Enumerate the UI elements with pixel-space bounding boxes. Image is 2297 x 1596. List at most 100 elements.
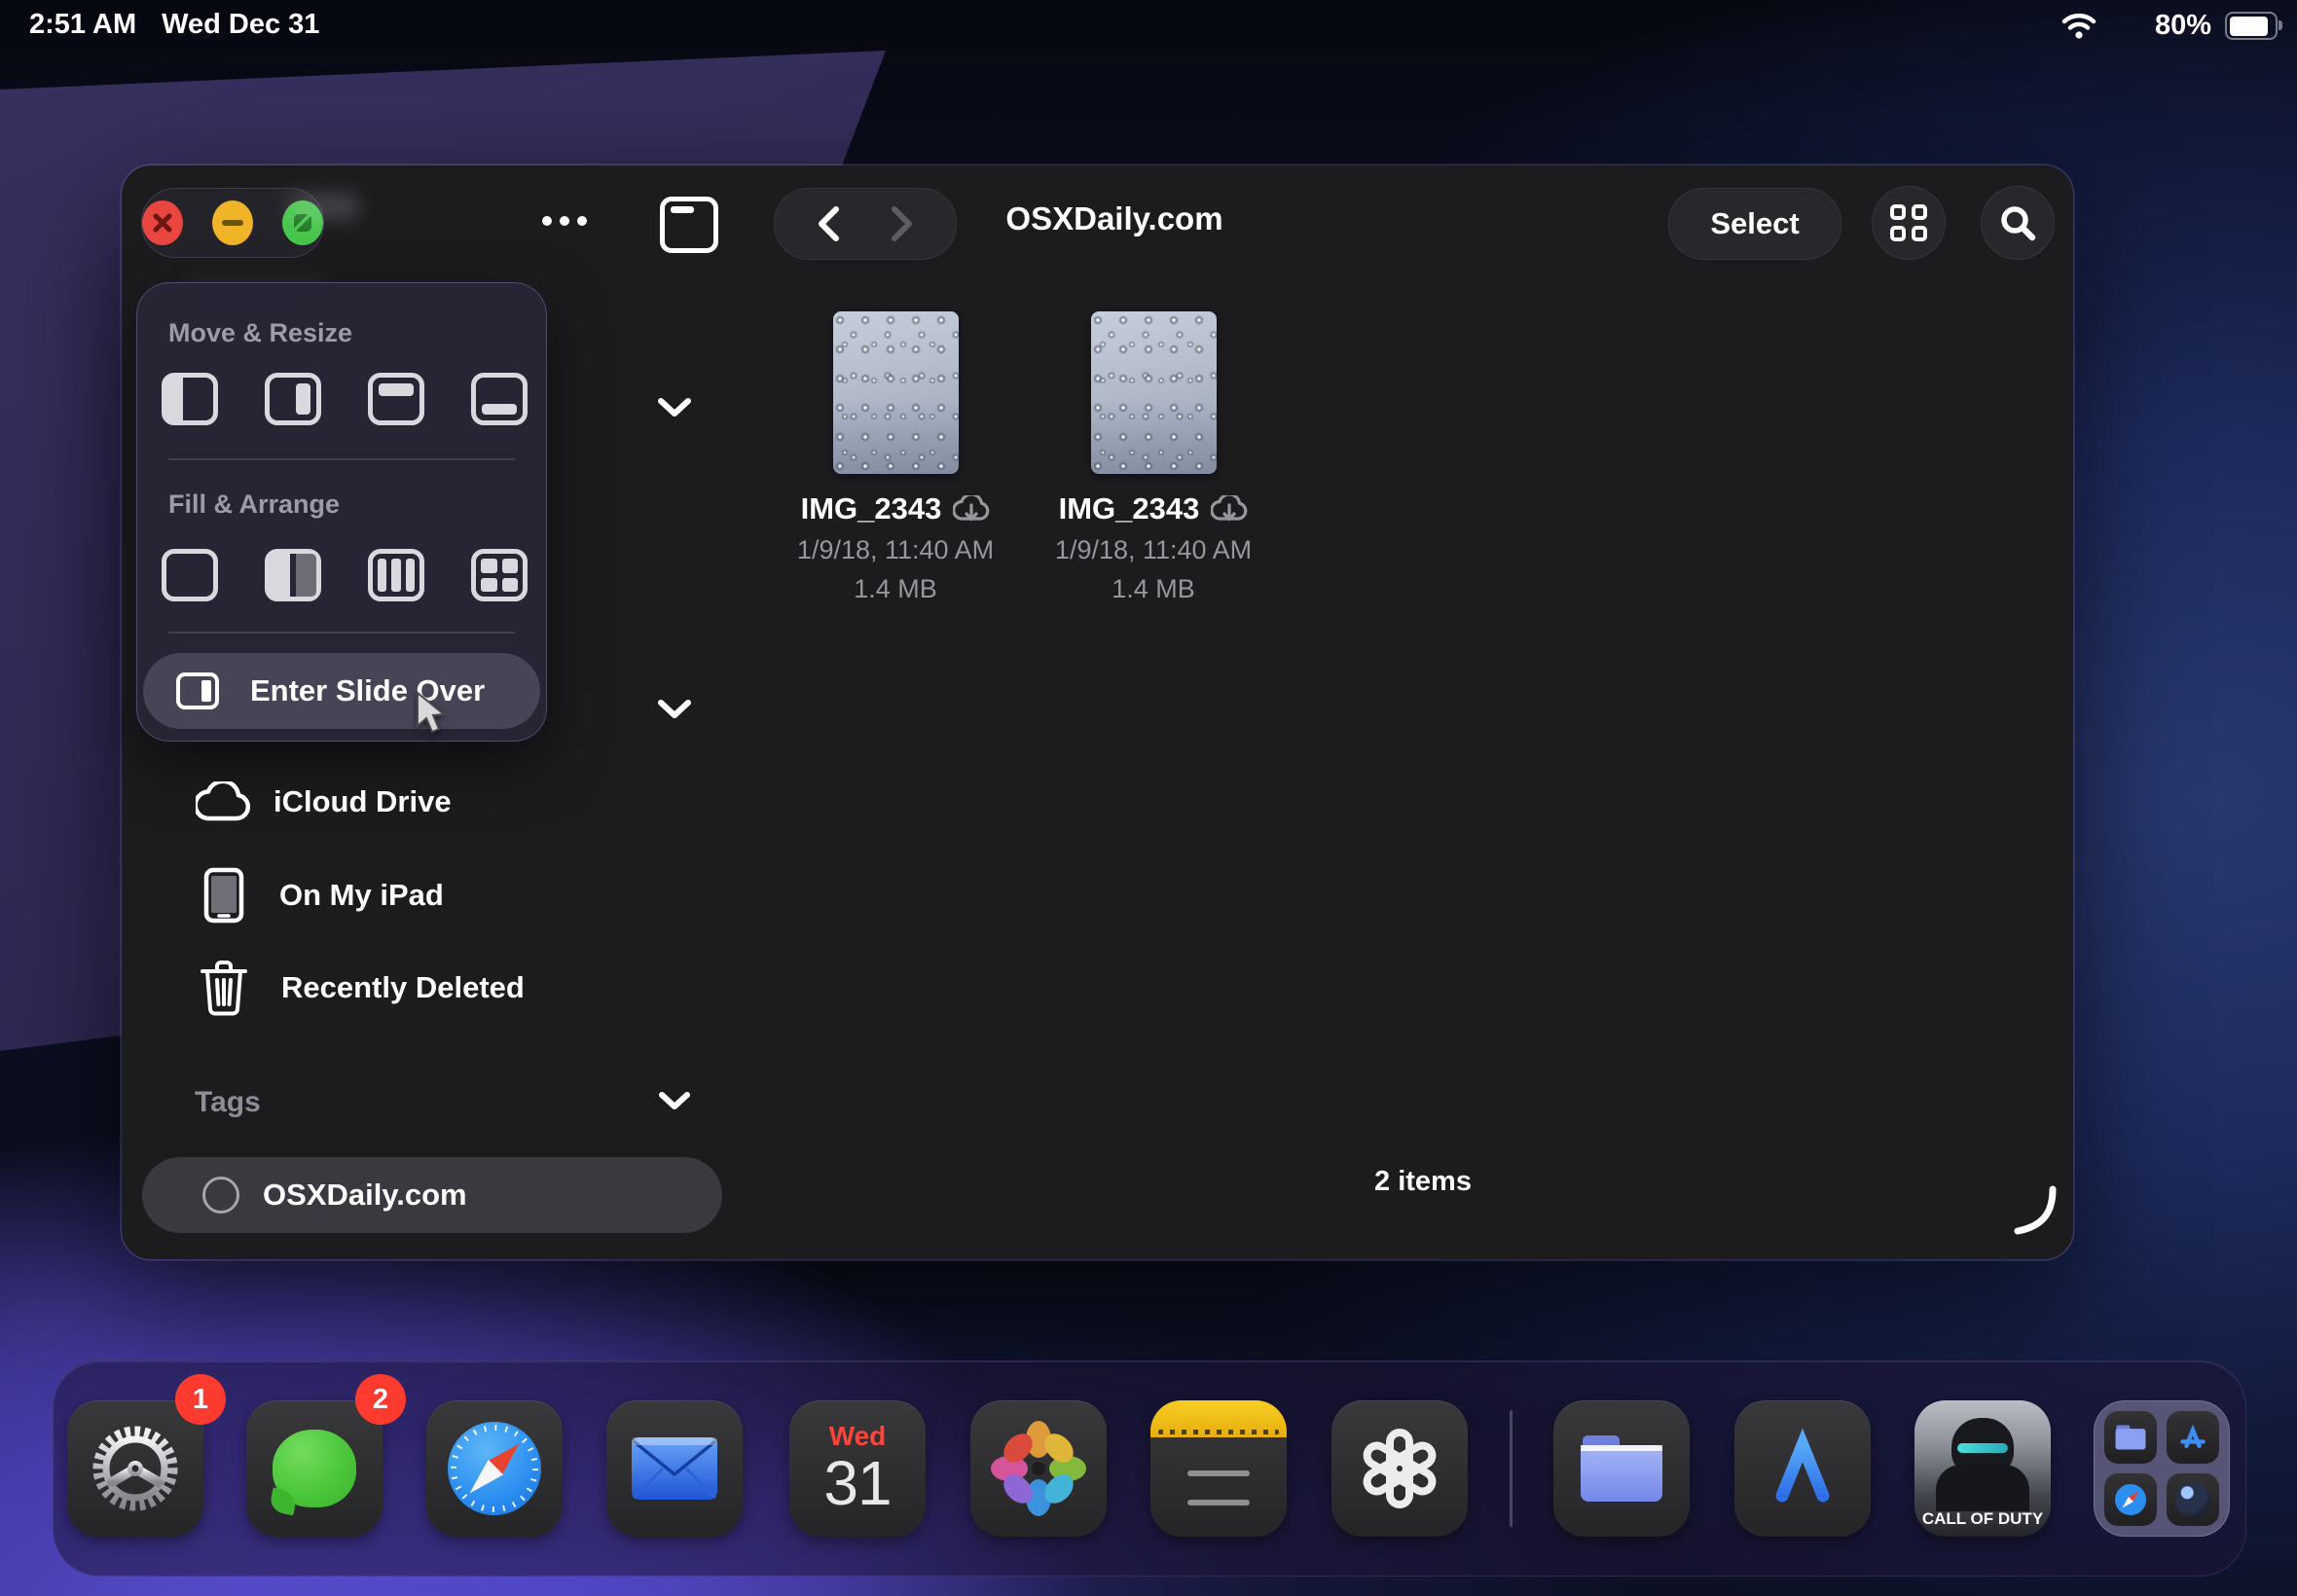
split-right-icon[interactable] xyxy=(265,373,321,425)
toolbar-layout-button[interactable] xyxy=(660,197,718,253)
icloud-download-icon xyxy=(1211,495,1248,523)
split-bottom-icon[interactable] xyxy=(471,373,528,425)
mini-files-icon xyxy=(2104,1411,2157,1464)
item-count-status: 2 items xyxy=(1131,1166,1715,1198)
file-item[interactable]: IMG_2343 1/9/18, 11:40 AM 1.4 MB xyxy=(764,311,1027,604)
files-folder-icon xyxy=(1577,1432,1666,1505)
calendar-weekday: Wed xyxy=(829,1423,887,1450)
fill-screen-icon[interactable] xyxy=(162,549,218,601)
dock-app-messages[interactable] xyxy=(246,1400,383,1537)
dock-app-settings[interactable] xyxy=(67,1400,203,1537)
mini-safari-icon xyxy=(2104,1473,2157,1526)
status-bar-right: 80% xyxy=(2061,10,2278,42)
message-bubble-icon xyxy=(273,1430,356,1507)
dock-app-call-of-duty[interactable]: CALL OF DUTY xyxy=(1914,1400,2051,1537)
cod-character-body xyxy=(1936,1465,2029,1511)
chatgpt-knot-icon xyxy=(1353,1422,1446,1515)
sidebar-item-icloud-drive[interactable]: iCloud Drive xyxy=(196,781,452,822)
close-button[interactable] xyxy=(142,200,183,245)
file-date: 1/9/18, 11:40 AM xyxy=(1022,535,1285,565)
file-thumbnail[interactable] xyxy=(833,311,959,474)
view-options-button[interactable] xyxy=(1872,186,1946,260)
battery-percent: 80% xyxy=(2155,10,2211,42)
settings-badge: 1 xyxy=(175,1374,226,1425)
window-resize-handle[interactable] xyxy=(2010,1185,2059,1236)
dock-app-notes[interactable] xyxy=(1150,1400,1287,1537)
app-store-icon xyxy=(1756,1422,1849,1515)
files-window: Move & Resize Fill & Arrange Enter Slide… xyxy=(122,165,2073,1259)
slide-over-icon xyxy=(176,672,219,709)
dock-app-chatgpt[interactable] xyxy=(1331,1400,1468,1537)
mini-camera-icon xyxy=(2167,1473,2219,1526)
sidebar-item-recently-deleted[interactable]: Recently Deleted xyxy=(200,960,525,1016)
app-folder-grid xyxy=(2104,1411,2219,1526)
gear-icon xyxy=(87,1420,184,1517)
mail-envelope-icon xyxy=(630,1435,719,1502)
search-button[interactable] xyxy=(1981,186,2055,260)
sidebar-item-label: On My iPad xyxy=(279,878,444,913)
photos-flower-icon xyxy=(990,1420,1087,1517)
file-thumbnail[interactable] xyxy=(1091,311,1217,474)
cloud-icon xyxy=(196,781,252,822)
sidebar-item-label: Recently Deleted xyxy=(281,970,525,1005)
two-pane-icon[interactable] xyxy=(265,549,321,601)
tags-chevron-down-icon[interactable] xyxy=(657,1090,692,1113)
search-icon xyxy=(1999,204,2036,241)
tag-label: OSXDaily.com xyxy=(263,1178,467,1213)
select-label: Select xyxy=(1710,206,1799,241)
fill-arrange-title: Fill & Arrange xyxy=(168,490,340,520)
file-size: 1.4 MB xyxy=(764,574,1027,604)
back-button[interactable] xyxy=(817,205,840,242)
tag-color-icon xyxy=(202,1177,239,1214)
cod-logo-text: CALL OF DUTY xyxy=(1914,1509,2051,1529)
notes-line xyxy=(1187,1500,1250,1505)
section-chevron-down-icon[interactable] xyxy=(655,697,694,722)
mouse-cursor xyxy=(414,691,455,738)
folder-title: OSXDaily.com xyxy=(968,200,1260,237)
sidebar-item-on-my-ipad[interactable]: On My iPad xyxy=(203,867,444,924)
three-column-icon[interactable] xyxy=(368,549,424,601)
section-chevron-down-icon[interactable] xyxy=(655,395,694,420)
dock: 1 2 xyxy=(53,1360,2246,1577)
ipad-icon xyxy=(203,867,244,924)
calendar-day: 31 xyxy=(823,1452,891,1514)
dock-app-files[interactable] xyxy=(1553,1400,1690,1537)
four-grid-icon[interactable] xyxy=(471,549,528,601)
sidebar-item-label: iCloud Drive xyxy=(273,784,452,819)
tags-section-header: Tags xyxy=(195,1086,261,1119)
window-toolbar-icon xyxy=(660,197,718,253)
enter-slide-over-button[interactable]: Enter Slide Over xyxy=(143,653,540,729)
dock-divider xyxy=(1510,1410,1513,1527)
dock-app-safari[interactable] xyxy=(426,1400,563,1537)
file-size: 1.4 MB xyxy=(1022,574,1285,604)
status-date: Wed Dec 31 xyxy=(162,9,319,41)
tag-item-osxdaily[interactable]: OSXDaily.com xyxy=(142,1157,722,1233)
focus-moon-icon xyxy=(2110,11,2141,42)
move-resize-title: Move & Resize xyxy=(168,318,352,348)
messages-badge: 2 xyxy=(355,1374,406,1425)
status-time: 2:51 AM xyxy=(29,9,136,41)
fill-arrange-options xyxy=(162,549,528,601)
select-button[interactable]: Select xyxy=(1668,188,1841,260)
file-name: IMG_2343 xyxy=(801,491,942,526)
split-left-icon[interactable] xyxy=(162,373,218,425)
dock-app-appstore[interactable] xyxy=(1734,1400,1871,1537)
dock-app-photos[interactable] xyxy=(970,1400,1107,1537)
file-item[interactable]: IMG_2343 1/9/18, 11:40 AM 1.4 MB xyxy=(1022,311,1285,604)
forward-button[interactable] xyxy=(891,205,914,242)
more-options-button[interactable] xyxy=(542,216,587,226)
battery-icon xyxy=(2225,12,2278,40)
mini-appstore-icon xyxy=(2167,1411,2219,1464)
window-management-popover: Move & Resize Fill & Arrange Enter Slide… xyxy=(136,282,547,742)
dock-app-calendar[interactable]: Wed 31 xyxy=(789,1400,926,1537)
split-top-icon[interactable] xyxy=(368,373,424,425)
dock-app-mail[interactable] xyxy=(606,1400,743,1537)
status-bar-left: 2:51 AM Wed Dec 31 xyxy=(29,9,319,41)
minimize-button[interactable] xyxy=(212,200,253,245)
history-nav xyxy=(774,188,957,260)
dock-app-folder[interactable] xyxy=(2094,1400,2230,1537)
safari-compass-icon xyxy=(445,1419,544,1518)
file-date: 1/9/18, 11:40 AM xyxy=(764,535,1027,565)
icloud-download-icon xyxy=(953,495,990,523)
notes-icon-top xyxy=(1150,1400,1287,1437)
